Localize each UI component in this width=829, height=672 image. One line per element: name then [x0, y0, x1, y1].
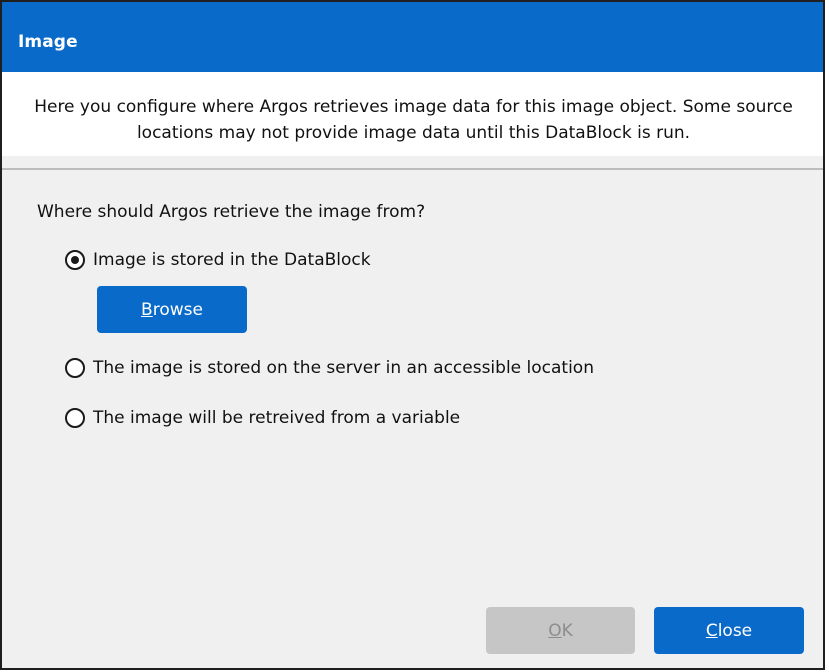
close-mnemonic: C — [705, 620, 718, 641]
ok-button[interactable]: OK — [486, 607, 635, 654]
ok-mnemonic: O — [548, 620, 562, 641]
ok-label: K — [561, 620, 573, 641]
option-variable[interactable]: The image will be retreived from a varia… — [65, 405, 460, 431]
radio-variable[interactable] — [65, 408, 85, 428]
option-datablock[interactable]: Image is stored in the DataBlock — [65, 247, 371, 273]
close-label: lose — [717, 620, 753, 641]
radio-datablock[interactable] — [65, 250, 85, 270]
option-variable-label: The image will be retreived from a varia… — [93, 408, 461, 428]
option-datablock-label: Image is stored in the DataBlock — [93, 250, 371, 270]
close-button[interactable]: Close — [654, 607, 804, 654]
info-panel: Here you configure where Argos retrieves… — [2, 72, 823, 156]
dialog-titlebar: Image — [2, 2, 823, 72]
image-dialog: Image Here you configure where Argos ret… — [0, 0, 825, 670]
browse-mnemonic: B — [141, 299, 153, 320]
option-server[interactable]: The image is stored on the server in an … — [65, 355, 594, 381]
source-question: Where should Argos retrieve the image fr… — [37, 202, 426, 222]
divider — [2, 168, 823, 170]
info-text: Here you configure where Argos retrieves… — [34, 97, 793, 143]
option-server-label: The image is stored on the server in an … — [93, 358, 594, 378]
browse-button[interactable]: Browse — [97, 286, 247, 333]
browse-label: rowse — [152, 299, 203, 320]
radio-server[interactable] — [65, 358, 85, 378]
dialog-title: Image — [18, 32, 78, 52]
